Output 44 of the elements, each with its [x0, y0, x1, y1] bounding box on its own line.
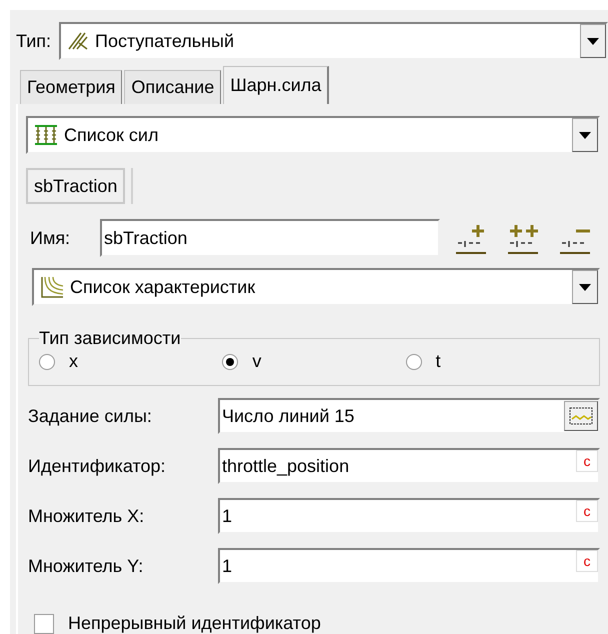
- radio-label: t: [436, 350, 441, 373]
- constant-button[interactable]: c: [576, 550, 598, 572]
- name-label: Имя:: [30, 226, 72, 250]
- dropdown-button[interactable]: [572, 270, 598, 304]
- dropdown-value: Список сил: [64, 124, 160, 146]
- field-label: Множитель X:: [28, 504, 146, 528]
- input-field[interactable]: throttle_position c: [218, 448, 600, 484]
- dropdown[interactable]: Список сил: [26, 116, 600, 154]
- dropdown[interactable]: Список характеристик: [32, 268, 600, 306]
- tab[interactable]: Описание: [124, 70, 222, 104]
- group-title: Тип зависимости: [39, 328, 181, 348]
- chart-button[interactable]: [564, 401, 598, 431]
- dropdown-value: Поступательный: [95, 30, 236, 53]
- radio-label: v: [252, 350, 262, 373]
- radio-button[interactable]: [222, 354, 238, 370]
- constant-button[interactable]: c: [576, 450, 598, 472]
- tab[interactable]: sbTraction: [26, 168, 126, 204]
- radio-label: x: [69, 350, 78, 373]
- checkbox-label: Непрерывный идентификатор: [68, 612, 321, 634]
- type-label: Тип:: [16, 30, 52, 52]
- caret-icon: [579, 284, 591, 290]
- checkbox[interactable]: [34, 614, 54, 634]
- field-label: Задание силы:: [28, 404, 153, 428]
- name-input[interactable]: sbTraction: [100, 219, 440, 257]
- tab[interactable]: Геометрия: [20, 70, 122, 104]
- diagonal-lines-icon: [67, 31, 90, 51]
- field-label: Идентификатор:: [28, 454, 167, 478]
- caret-icon: [587, 38, 599, 44]
- radio-button[interactable]: [39, 354, 55, 370]
- tab[interactable]: Шарн.сила: [223, 66, 330, 104]
- constant-button[interactable]: c: [576, 500, 598, 522]
- input-field[interactable]: 1 c: [218, 548, 600, 584]
- curves-icon: [40, 276, 64, 298]
- field-label: Множитель Y:: [28, 554, 144, 578]
- chart-icon: [569, 407, 593, 425]
- dropdown[interactable]: Поступательный: [59, 22, 608, 60]
- dropdown-button[interactable]: [572, 118, 598, 152]
- radio-button[interactable]: [406, 354, 422, 370]
- caret-icon: [579, 132, 591, 138]
- input-field[interactable]: 1 c: [218, 498, 600, 534]
- input-field[interactable]: Число линий 15: [218, 398, 600, 434]
- springs-icon: [34, 124, 58, 146]
- dropdown-button[interactable]: [580, 24, 606, 58]
- dropdown-value: Список характеристик: [70, 276, 256, 299]
